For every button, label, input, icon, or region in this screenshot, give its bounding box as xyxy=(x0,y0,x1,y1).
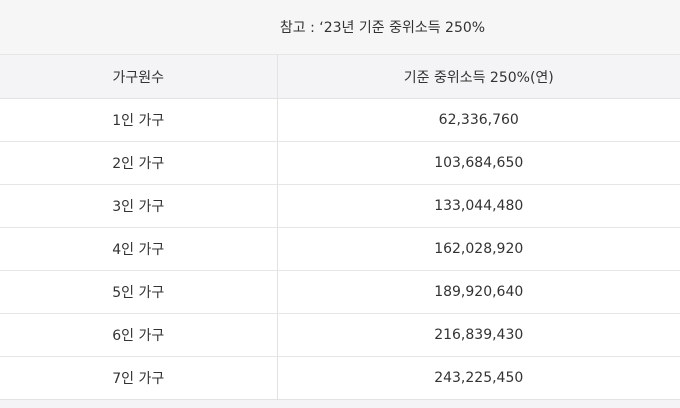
column-header-median-income: 기준 중위소득 250%(연) xyxy=(277,54,680,99)
household-size-cell: 2인 가구 xyxy=(0,141,278,185)
median-income-cell: 189,920,640 xyxy=(277,270,680,314)
table-body: 1인 가구 62,336,760 2인 가구 103,684,650 3인 가구… xyxy=(0,98,680,400)
household-size-cell: 5인 가구 xyxy=(0,270,278,314)
table-row: 7인 가구 243,225,450 xyxy=(0,356,680,400)
median-income-cell: 243,225,450 xyxy=(277,356,680,400)
median-income-cell: 103,684,650 xyxy=(277,141,680,185)
table-row: 4인 가구 162,028,920 xyxy=(0,227,680,271)
household-size-cell: 3인 가구 xyxy=(0,184,278,228)
household-size-cell: 6인 가구 xyxy=(0,313,278,357)
household-size-cell: 4인 가구 xyxy=(0,227,278,271)
median-income-cell: 133,044,480 xyxy=(277,184,680,228)
median-income-cell: 216,839,430 xyxy=(277,313,680,357)
table-header-row: 가구원수 기준 중위소득 250%(연) xyxy=(0,54,680,99)
table-row: 5인 가구 189,920,640 xyxy=(0,270,680,314)
household-size-cell: 7인 가구 xyxy=(0,356,278,400)
table-row: 3인 가구 133,044,480 xyxy=(0,184,680,228)
table-row: 2인 가구 103,684,650 xyxy=(0,141,680,185)
household-size-cell: 1인 가구 xyxy=(0,98,278,142)
median-income-table: 가구원수 기준 중위소득 250%(연) 1인 가구 62,336,760 2인… xyxy=(0,54,680,400)
table-row: 6인 가구 216,839,430 xyxy=(0,313,680,357)
table-note: 참고 : ‘23년 기준 중위소득 250% xyxy=(0,0,680,54)
table-header: 가구원수 기준 중위소득 250%(연) xyxy=(0,54,680,99)
median-income-cell: 162,028,920 xyxy=(277,227,680,271)
table-note-text: 참고 : ‘23년 기준 중위소득 250% xyxy=(279,20,486,36)
median-income-cell: 62,336,760 xyxy=(277,98,680,142)
column-header-household-size: 가구원수 xyxy=(0,54,278,99)
table-row: 1인 가구 62,336,760 xyxy=(0,98,680,142)
